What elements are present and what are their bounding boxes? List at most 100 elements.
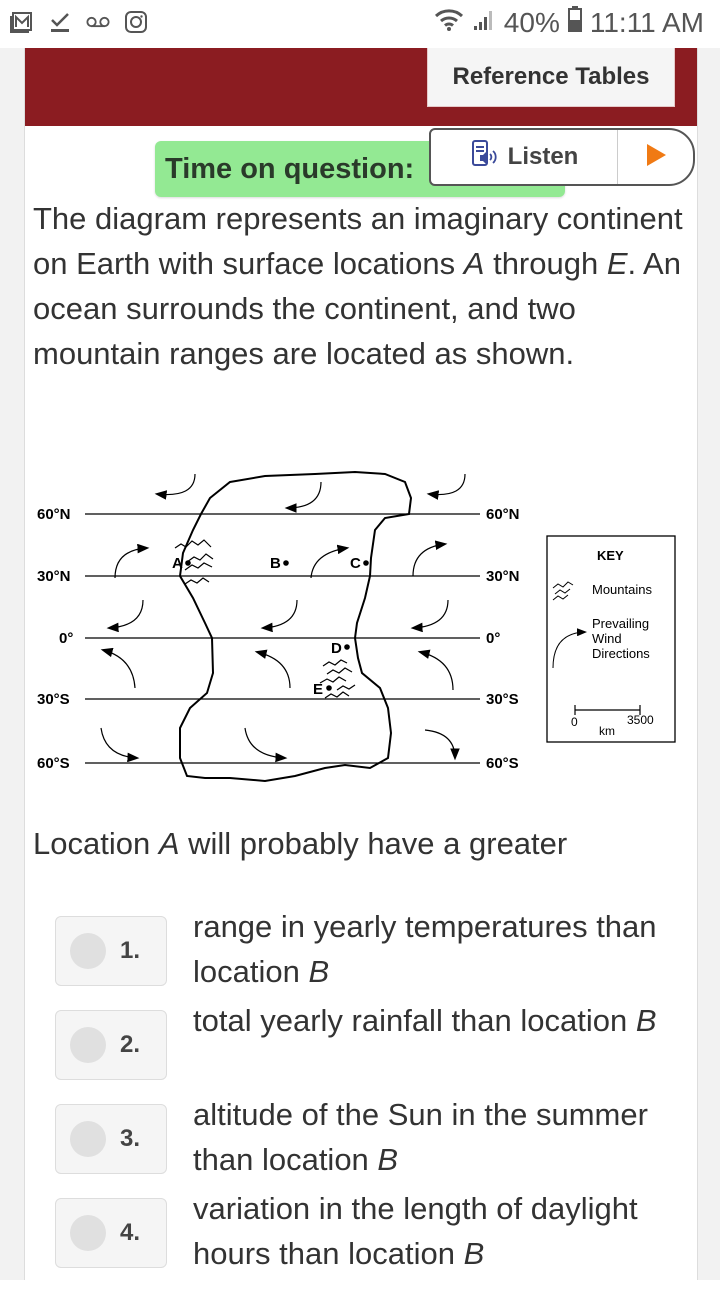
question-stem: Location A will probably have a greater — [33, 826, 567, 862]
latitude-lines — [85, 513, 480, 764]
location-label: D — [331, 640, 342, 657]
radio-button[interactable] — [70, 933, 106, 969]
option-text[interactable]: altitude of the Sun in the summer than l… — [193, 1092, 693, 1182]
wind-arrow — [254, 649, 291, 689]
signal-icon — [472, 7, 496, 39]
stem-text: Location — [33, 826, 159, 861]
option-location: B — [635, 1003, 657, 1038]
lat-label-right: 60°N — [486, 506, 520, 523]
text-to-speech-icon — [470, 139, 500, 176]
diagram-key: KEY Mountains Prevailing Wind Directions — [546, 535, 676, 743]
key-wind-label-line: Prevailing — [592, 616, 649, 631]
option-text-part: total yearly rainfall than location — [193, 1003, 636, 1038]
stem-location-a: A — [158, 826, 180, 861]
lat-label-left: 60°S — [37, 755, 70, 772]
option-number: 4. — [120, 1219, 141, 1246]
mountain-range-south — [319, 659, 356, 699]
location-d-dot — [344, 644, 350, 650]
listen-button[interactable]: Listen — [431, 130, 618, 184]
option-number: 2. — [120, 1031, 141, 1058]
gmail-icon — [10, 10, 34, 34]
notification-icons — [10, 10, 148, 34]
option-text[interactable]: total yearly rainfall than location B — [193, 998, 693, 1043]
wind-arrow — [412, 540, 448, 577]
wind-arrow — [426, 473, 466, 500]
play-icon — [645, 143, 667, 172]
listen-control[interactable]: Listen — [429, 128, 695, 186]
wind-arrow — [260, 599, 298, 633]
location-e-dot — [326, 685, 332, 691]
answer-select-button[interactable]: 2. — [55, 1010, 167, 1080]
status-bar: 40% 11:11 AM — [0, 0, 720, 48]
play-button[interactable] — [618, 130, 693, 184]
location-label: B — [270, 555, 281, 572]
wind-arrows — [100, 473, 466, 763]
system-status: 40% 11:11 AM — [434, 6, 704, 39]
answer-select-button[interactable]: 4. — [55, 1198, 167, 1268]
option-location: B — [308, 954, 330, 989]
radio-button[interactable] — [70, 1215, 106, 1251]
key-title: KEY — [597, 548, 624, 563]
wind-arrow — [310, 544, 350, 579]
checkmark-task-icon — [48, 10, 72, 34]
answer-select-button[interactable]: 3. — [55, 1104, 167, 1174]
option-text-part: altitude of the Sun in the summer than l… — [193, 1097, 648, 1177]
clock: 11:11 AM — [589, 6, 704, 38]
wind-arrow — [100, 727, 140, 763]
lat-label-right: 30°S — [486, 691, 519, 708]
time-on-question-label: Time on question: — [165, 153, 415, 185]
lat-label-left: 60°N — [37, 506, 71, 523]
option-location: B — [377, 1142, 399, 1177]
wind-arrow — [417, 649, 454, 691]
wind-arrow — [100, 647, 136, 689]
answer-option-3[interactable]: 3. altitude of the Sun in the summer tha… — [55, 1097, 695, 1198]
key-wind-label-line: Wind — [592, 631, 622, 646]
key-mountains-label: Mountains — [592, 582, 652, 597]
voicemail-icon — [86, 10, 110, 34]
radio-button[interactable] — [70, 1121, 106, 1157]
lat-label-left: 30°N — [37, 568, 71, 585]
listen-label: Listen — [507, 143, 579, 170]
stem-text: will probably have a greater — [179, 826, 568, 861]
option-text-part: variation in the length of daylight hour… — [193, 1191, 638, 1271]
lat-label-right: 60°S — [486, 755, 519, 772]
question-prompt: The diagram represents an imaginary cont… — [33, 196, 693, 376]
wind-arrow — [114, 543, 150, 579]
option-number: 1. — [120, 937, 141, 964]
lat-label-left: 0° — [59, 630, 73, 647]
wind-arrow — [106, 599, 144, 633]
wind-arrow — [154, 473, 196, 500]
wind-arrow — [424, 729, 460, 761]
answer-option-2[interactable]: 2. total yearly rainfall than location B — [55, 1003, 695, 1104]
location-label: C — [350, 555, 361, 572]
answer-option-1[interactable]: 1. range in yearly temperatures than loc… — [55, 909, 695, 1010]
scale-start: 0 — [571, 715, 578, 729]
scale-unit: km — [599, 724, 615, 738]
battery-icon — [567, 6, 582, 39]
answer-option-4[interactable]: 4. variation in the length of daylight h… — [55, 1191, 695, 1292]
radio-button[interactable] — [70, 1027, 106, 1063]
location-a-dot — [185, 560, 191, 566]
page-background: Reference Tables Time on question: Liste… — [0, 48, 720, 1280]
lat-label-left: 30°S — [37, 691, 70, 708]
prompt-location-e: E — [606, 246, 628, 281]
wind-arrow — [410, 599, 449, 633]
option-text-part: range in yearly temperatures than locati… — [193, 909, 657, 989]
option-text[interactable]: variation in the length of daylight hour… — [193, 1186, 693, 1276]
option-number: 3. — [120, 1125, 141, 1152]
option-text[interactable]: range in yearly temperatures than locati… — [193, 904, 693, 994]
question-card: Reference Tables Time on question: Liste… — [24, 48, 698, 1280]
location-b-dot — [283, 560, 289, 566]
location-label: A — [172, 555, 183, 572]
answer-select-button[interactable]: 1. — [55, 916, 167, 986]
key-wind-label-line: Directions — [592, 646, 650, 661]
lat-label-right: 0° — [486, 630, 500, 647]
prompt-text: through — [484, 246, 607, 281]
reference-tables-button[interactable]: Reference Tables — [427, 48, 675, 107]
battery-percent: 40% — [503, 6, 560, 38]
wifi-icon — [434, 7, 464, 39]
continent-diagram: 60°N 30°N 0° 30°S 60°S 60°N 30°N 0° 30°S… — [37, 470, 676, 783]
instagram-icon — [124, 10, 148, 34]
scale-end: 3500 — [627, 713, 654, 727]
wind-arrow — [284, 481, 322, 513]
